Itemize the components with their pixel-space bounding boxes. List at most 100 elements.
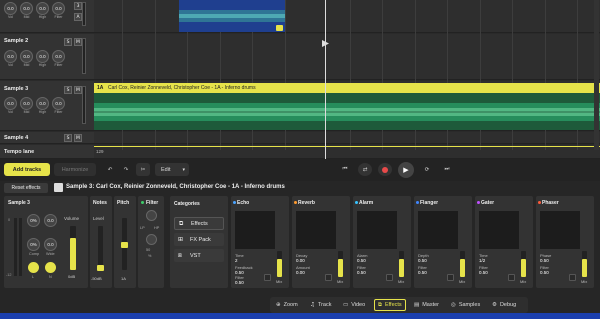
fx-screen[interactable] (418, 211, 458, 249)
fx-param-value[interactable]: 0.50 (540, 258, 549, 263)
solo-button[interactable]: S (64, 38, 72, 46)
volume-meter[interactable] (82, 2, 86, 26)
bottom-samples[interactable]: ◎ Samples (451, 299, 480, 311)
vol-knob[interactable]: 0.0 (4, 97, 17, 110)
category-fx-pack[interactable]: ⊞ FX Pack (174, 233, 224, 246)
category-vst[interactable]: ⧈ VST (174, 249, 224, 262)
play-button[interactable]: ▶ (398, 162, 414, 178)
record-button[interactable] (378, 163, 392, 176)
mute-button[interactable]: M (74, 38, 82, 46)
fx-screen[interactable] (296, 211, 336, 249)
fx-screen[interactable] (357, 211, 397, 249)
fx-param-value[interactable]: 0.50 (235, 280, 244, 285)
bottom-zoom[interactable]: ⊕ Zoom (276, 299, 298, 311)
mute-button[interactable]: M (74, 86, 82, 94)
playhead[interactable] (325, 0, 326, 159)
fx-param-value[interactable]: 0.50 (418, 270, 427, 275)
bottom-track[interactable]: ♫ Track (310, 299, 331, 311)
volume-meter[interactable] (82, 86, 86, 124)
solo-button[interactable]: S (64, 134, 72, 142)
fx-close-icon[interactable] (447, 274, 454, 281)
filter-knob[interactable]: 0.0 (52, 2, 65, 15)
track-header-sample3: Sample 3 0.0 Vol 0.0 Mid 0.0 High 0.0 Filter… (0, 81, 94, 131)
pitch-slider[interactable] (121, 218, 128, 270)
fx-screen[interactable] (540, 211, 580, 249)
fx-param-value[interactable]: 0.00 (296, 258, 305, 263)
filter-knob[interactable]: 0.0 (52, 50, 65, 63)
lane-sample2[interactable] (94, 34, 600, 80)
fx-param-value[interactable]: 0.50 (357, 270, 366, 275)
gain-knob[interactable]: 0% (27, 214, 40, 227)
edit-dropdown[interactable]: Edit ▾ (155, 163, 189, 176)
fx-mix-slider[interactable] (582, 251, 587, 277)
skip-back-icon[interactable]: ⏮ (338, 163, 352, 176)
knob-label: Vol (8, 15, 13, 19)
comp-knob[interactable]: 0% (27, 238, 40, 251)
n-toggle[interactable] (45, 262, 56, 273)
high-knob[interactable]: 0.0 (36, 2, 49, 15)
filter-amount-knob[interactable] (146, 234, 157, 245)
fx-param-value[interactable]: 0.50 (357, 258, 366, 263)
fx-param-value[interactable]: 0.50 (479, 270, 488, 275)
filter-knob[interactable]: 0.0 (52, 97, 65, 110)
clip-sample1[interactable] (179, 0, 285, 32)
lane-sample1[interactable] (94, 0, 600, 33)
harmonize-button[interactable]: Harmonize (54, 163, 96, 176)
mid-knob[interactable]: 0.0 (20, 2, 33, 15)
fx-close-icon[interactable] (569, 274, 576, 281)
wide-knob[interactable]: 0.0 (44, 238, 57, 251)
mid-knob[interactable]: 0.0 (20, 97, 33, 110)
fx-mix-slider[interactable] (521, 251, 526, 277)
fx-param-value[interactable]: 0.50 (540, 270, 549, 275)
fx-module-reverb: Reverb Decay 0.00 Amount 0.00 Mix (292, 196, 350, 288)
bottom-video[interactable]: ▭ Video (343, 299, 365, 311)
category-effects[interactable]: ⧉ Effects (174, 217, 224, 230)
sync-icon[interactable]: ⇄ (358, 163, 372, 176)
fx-screen[interactable] (479, 211, 519, 249)
skip-forward-icon[interactable]: ⏭ (440, 163, 454, 176)
bottom-effects[interactable]: ⧉ Effects (374, 299, 406, 311)
fx-mix-slider[interactable] (277, 251, 282, 277)
fx-close-icon[interactable] (386, 274, 393, 281)
pan-knob[interactable]: 0.0 (44, 214, 57, 227)
reset-effects-button[interactable]: Reset effects (4, 183, 48, 193)
loop-icon[interactable]: ⟳ (420, 163, 434, 176)
fx-param-value[interactable]: 0.50 (418, 258, 427, 263)
fx-close-icon[interactable] (508, 274, 515, 281)
add-tracks-button[interactable]: Add tracks (4, 163, 50, 176)
volume-slider[interactable] (70, 226, 76, 270)
fx-close-icon[interactable] (325, 274, 332, 281)
high-knob[interactable]: 0.0 (36, 97, 49, 110)
fx-dot (294, 201, 297, 204)
clip-key: 1A (97, 85, 104, 91)
lane-sample4[interactable] (94, 132, 600, 144)
clip-header-sample3[interactable]: 1A Carl Cox, Reinier Zonneveld, Christop… (94, 83, 600, 93)
fx-param-value[interactable]: 2 (235, 258, 238, 263)
volume-meter[interactable] (82, 38, 86, 74)
lane-tempo[interactable] (94, 145, 600, 159)
l-toggle[interactable] (28, 262, 39, 273)
filter-knob[interactable] (146, 210, 157, 221)
clip-sample3[interactable] (94, 93, 600, 130)
redo-icon[interactable]: ↷ (119, 163, 133, 176)
fx-param-value[interactable]: 1/2 (479, 258, 485, 263)
level-slider[interactable] (97, 226, 104, 271)
fx-mix-slider[interactable] (399, 251, 404, 277)
mute-button[interactable]: M (74, 134, 82, 142)
mid-knob[interactable]: 0.0 (20, 50, 33, 63)
fx-screen[interactable] (235, 211, 275, 249)
undo-icon[interactable]: ↶ (103, 163, 117, 176)
solo-button[interactable]: S (64, 86, 72, 94)
fx-mix-slider[interactable] (338, 251, 343, 277)
vol-knob[interactable]: 0.0 (4, 50, 17, 63)
bottom-debug[interactable]: ⚙ Debug (492, 299, 516, 311)
fx-close-icon[interactable] (264, 274, 271, 281)
scrollbar[interactable] (594, 0, 599, 150)
scissors-icon[interactable]: ✂ (136, 163, 150, 176)
fx-mix-slider[interactable] (460, 251, 465, 277)
arm-button[interactable]: A (74, 13, 82, 21)
high-knob[interactable]: 0.0 (36, 50, 49, 63)
vol-knob[interactable]: 0.0 (4, 2, 17, 15)
fx-param-value[interactable]: 0.00 (296, 270, 305, 275)
bottom-master[interactable]: ▤ Master (414, 299, 439, 311)
